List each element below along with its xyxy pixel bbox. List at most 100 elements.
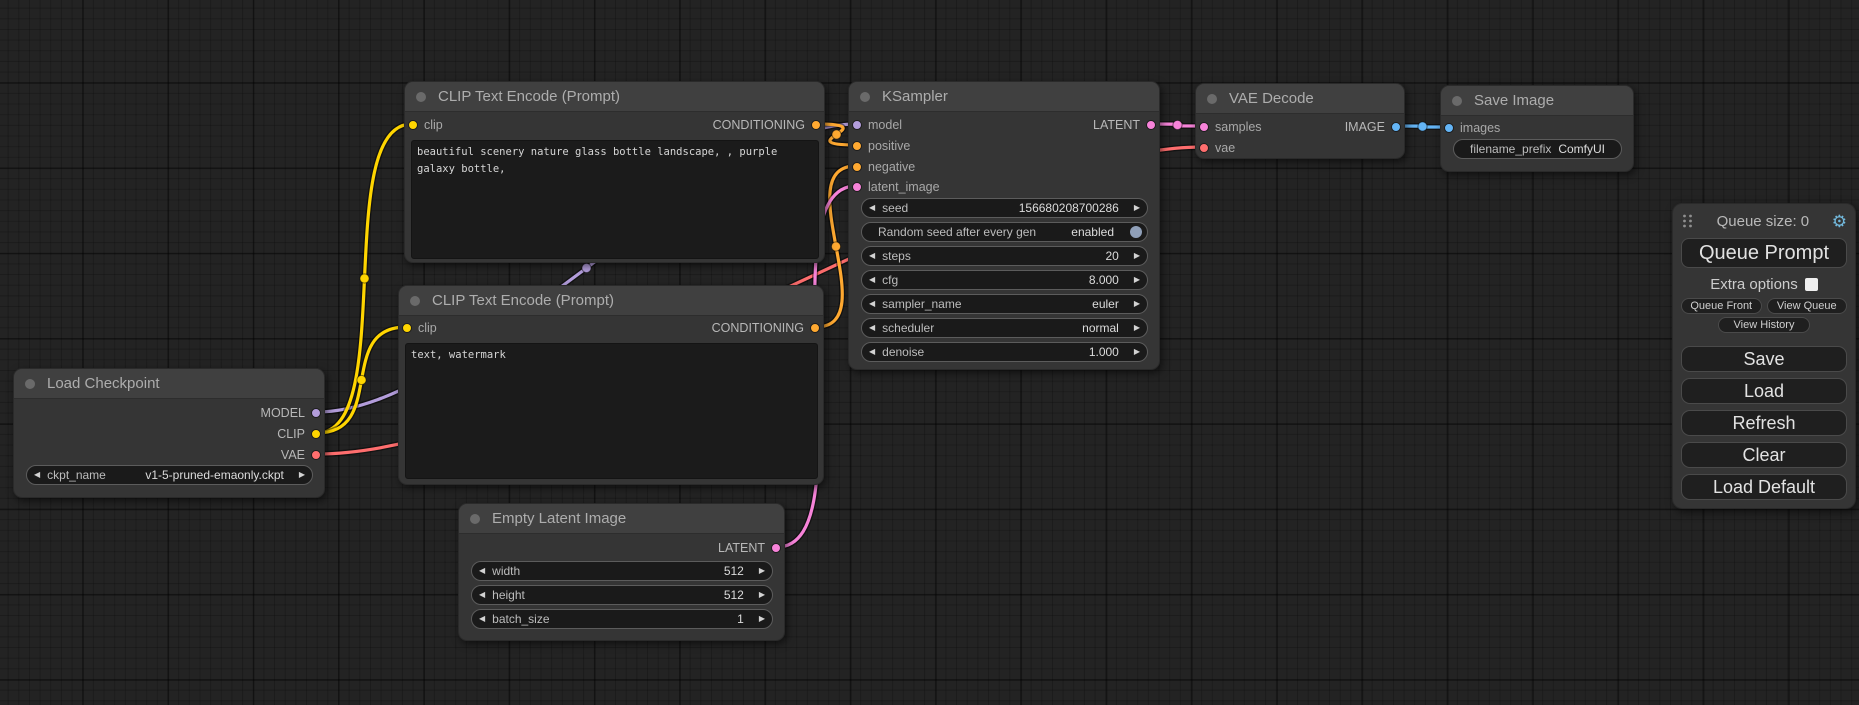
node-title-bar[interactable]: Empty Latent Image [459,504,784,534]
batch-size-widget[interactable]: ◀batch_size1▶ [471,609,773,629]
height-increment-arrow-icon[interactable]: ▶ [752,586,772,604]
node-title-bar[interactable]: CLIP Text Encode (Prompt) [399,286,823,316]
load-checkpoint-node[interactable]: Load Checkpoint MODEL CLIP VAE ◀ckpt_namev1-… [13,368,325,498]
CONDITIONING-port-dot[interactable] [811,120,821,130]
images-input-slot[interactable]: images [1441,121,1506,135]
node-title-bar[interactable]: KSampler [849,82,1159,112]
clip-input-slot[interactable]: clip [405,118,449,132]
batch-size-decrement-arrow-icon[interactable]: ◀ [472,610,492,628]
latent-image-port-dot[interactable] [852,182,862,192]
view-queue-button[interactable]: View Queue [1767,298,1848,314]
node-title-bar[interactable]: VAE Decode [1196,84,1404,114]
positive-port-dot[interactable] [852,141,862,151]
sampler-name-decrement-arrow-icon[interactable]: ◀ [862,295,882,313]
denoise-increment-arrow-icon[interactable]: ▶ [1127,343,1147,361]
node-title-bar[interactable]: CLIP Text Encode (Prompt) [405,82,824,112]
LATENT-port-dot[interactable] [771,543,781,553]
collapse-dot-icon[interactable] [25,379,35,389]
empty-latent-image-node[interactable]: Empty Latent Image LATENT ◀width512▶ ◀heigh… [458,503,785,641]
CLIP-output-slot[interactable]: CLIP [271,427,324,441]
ckpt-name-increment-arrow-icon[interactable]: ▶ [292,466,312,484]
seed-widget[interactable]: ◀seed156680208700286▶ [861,198,1148,218]
load-default-button[interactable]: Load Default [1681,474,1847,500]
IMAGE-port-dot[interactable] [1391,122,1401,132]
clip-input-slot[interactable]: clip [399,321,443,335]
refresh-button[interactable]: Refresh [1681,410,1847,436]
negative-input-slot[interactable]: negative [849,160,921,174]
height-widget[interactable]: ◀height512▶ [471,585,773,605]
sampler-name-increment-arrow-icon[interactable]: ▶ [1127,295,1147,313]
clear-button[interactable]: Clear [1681,442,1847,468]
batch-size-increment-arrow-icon[interactable]: ▶ [752,610,772,628]
width-widget[interactable]: ◀width512▶ [471,561,773,581]
LATENT-output-slot[interactable]: LATENT [712,541,784,555]
node-graph-canvas[interactable]: Load Checkpoint MODEL CLIP VAE ◀ckpt_namev1-… [0,0,1859,705]
samples-input-slot[interactable]: samples [1196,120,1268,134]
CLIP-port-dot[interactable] [311,429,321,439]
height-decrement-arrow-icon[interactable]: ◀ [472,586,492,604]
denoise-decrement-arrow-icon[interactable]: ◀ [862,343,882,361]
ksampler-node[interactable]: KSampler model positive negative latent_imag… [848,81,1160,370]
LATENT-port-dot[interactable] [1146,120,1156,130]
steps-increment-arrow-icon[interactable]: ▶ [1127,247,1147,265]
load-button[interactable]: Load [1681,378,1847,404]
node-title-bar[interactable]: Load Checkpoint [14,369,324,399]
clip-port-dot[interactable] [408,120,418,130]
CONDITIONING-output-slot[interactable]: CONDITIONING [707,118,824,132]
MODEL-port-dot[interactable] [311,408,321,418]
scheduler-widget[interactable]: ◀schedulernormal▶ [861,318,1148,338]
save-button[interactable]: Save [1681,346,1847,372]
collapse-dot-icon[interactable] [410,296,420,306]
MODEL-output-slot[interactable]: MODEL [255,406,324,420]
model-port-dot[interactable] [852,120,862,130]
ckpt-name-decrement-arrow-icon[interactable]: ◀ [27,466,47,484]
clip-port-dot[interactable] [402,323,412,333]
VAE-port-dot[interactable] [311,450,321,460]
CONDITIONING-port-dot[interactable] [810,323,820,333]
filename-prefix-widget[interactable]: filename_prefixComfyUI [1453,139,1622,159]
cfg-increment-arrow-icon[interactable]: ▶ [1127,271,1147,289]
scheduler-increment-arrow-icon[interactable]: ▶ [1127,319,1147,337]
sampler-name-widget[interactable]: ◀sampler_nameeuler▶ [861,294,1148,314]
seed-decrement-arrow-icon[interactable]: ◀ [862,199,882,217]
vae-decode-node[interactable]: VAE Decode samples vae IMAGE [1195,83,1405,159]
CONDITIONING-output-slot[interactable]: CONDITIONING [706,321,823,335]
queue-front-button[interactable]: Queue Front [1681,298,1762,314]
images-port-dot[interactable] [1444,123,1454,133]
steps-widget[interactable]: ◀steps20▶ [861,246,1148,266]
queue-prompt-button[interactable]: Queue Prompt [1681,238,1847,268]
save-image-node[interactable]: Save Image images filename_prefixComfyUI [1440,85,1634,172]
prompt-textarea[interactable]: beautiful scenery nature glass bottle la… [411,140,819,259]
Random seed after every gen-widget[interactable]: Random seed after every genenabled [861,222,1148,242]
extra-options-checkbox[interactable] [1805,278,1818,291]
collapse-dot-icon[interactable] [470,514,480,524]
view-history-button[interactable]: View History [1718,317,1810,333]
model-input-slot[interactable]: model [849,118,908,132]
collapse-dot-icon[interactable] [860,92,870,102]
vae-input-slot[interactable]: vae [1196,141,1241,155]
VAE-output-slot[interactable]: VAE [275,448,324,462]
collapse-dot-icon[interactable] [416,92,426,102]
collapse-dot-icon[interactable] [1452,96,1462,106]
width-increment-arrow-icon[interactable]: ▶ [752,562,772,580]
width-decrement-arrow-icon[interactable]: ◀ [472,562,492,580]
node-title-bar[interactable]: Save Image [1441,86,1633,116]
IMAGE-output-slot[interactable]: IMAGE [1339,120,1404,134]
steps-decrement-arrow-icon[interactable]: ◀ [862,247,882,265]
cfg-widget[interactable]: ◀cfg8.000▶ [861,270,1148,290]
ckpt-name-widget[interactable]: ◀ckpt_namev1-5-pruned-emaonly.ckpt▶ [26,465,313,485]
denoise-widget[interactable]: ◀denoise1.000▶ [861,342,1148,362]
latent-image-input-slot[interactable]: latent_image [849,180,946,194]
clip-text-encode-negative-node[interactable]: CLIP Text Encode (Prompt) clip CONDITIONIN… [398,285,824,485]
toggle-dot-icon[interactable] [1130,226,1142,238]
positive-input-slot[interactable]: positive [849,139,916,153]
cfg-decrement-arrow-icon[interactable]: ◀ [862,271,882,289]
collapse-dot-icon[interactable] [1207,94,1217,104]
scheduler-decrement-arrow-icon[interactable]: ◀ [862,319,882,337]
samples-port-dot[interactable] [1199,122,1209,132]
LATENT-output-slot[interactable]: LATENT [1087,118,1159,132]
seed-increment-arrow-icon[interactable]: ▶ [1127,199,1147,217]
clip-text-encode-positive-node[interactable]: CLIP Text Encode (Prompt) clip CONDITIONIN… [404,81,825,263]
vae-port-dot[interactable] [1199,143,1209,153]
negative-port-dot[interactable] [852,162,862,172]
